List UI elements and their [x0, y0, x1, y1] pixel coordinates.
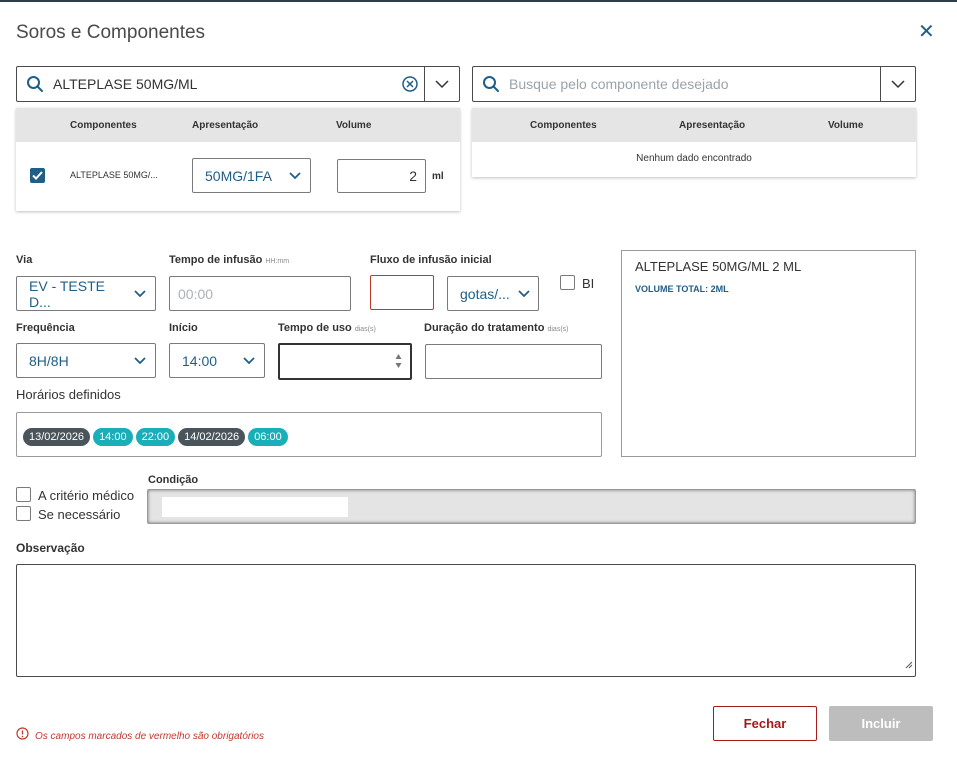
- chip-time: 06:00: [248, 428, 288, 446]
- search-placeholder[interactable]: Busque pelo componente desejado: [509, 76, 880, 92]
- col-apresentacao: Apresentação: [679, 120, 746, 131]
- tempo-infusao-input[interactable]: 00:00: [169, 276, 351, 311]
- col-volume: Volume: [336, 120, 372, 131]
- row-component-name: ALTEPLASE 50MG/...: [70, 170, 158, 180]
- condicao-value-field[interactable]: [162, 497, 348, 517]
- chevron-down-icon: [125, 356, 155, 365]
- col-volume: Volume: [828, 120, 864, 131]
- empty-message: Nenhum dado encontrado: [636, 153, 752, 164]
- via-label: Via: [16, 254, 33, 266]
- volume-value: 2: [409, 168, 417, 184]
- via-value: EV - TESTE D...: [29, 277, 105, 310]
- search-icon: [17, 67, 53, 101]
- inicio-label: Início: [169, 322, 198, 334]
- col-apresentacao: Apresentação: [192, 120, 259, 131]
- chevron-down-icon: [280, 171, 310, 180]
- table-header: Componentes Apresentação Volume: [16, 108, 460, 142]
- fechar-button[interactable]: Fechar: [713, 706, 817, 741]
- tempo-infusao-label: Tempo de infusão HH:mm: [169, 254, 290, 266]
- chevron-down-icon[interactable]: [880, 67, 915, 101]
- col-componentes: Componentes: [530, 120, 597, 131]
- selected-components-table: Componentes Apresentação Volume ALTEPLAS…: [16, 108, 460, 211]
- info-icon: [16, 727, 29, 745]
- presentation-select[interactable]: 50MG/1FA: [192, 158, 311, 193]
- search-value[interactable]: ALTEPLASE 50MG/ML: [53, 76, 396, 92]
- component-search-input[interactable]: ALTEPLASE 50MG/ML: [16, 66, 460, 102]
- available-components-table: Componentes Apresentação Volume Nenhum d…: [472, 108, 916, 177]
- presentation-value: 50MG/1FA: [205, 167, 272, 184]
- fluxo-label: Fluxo de infusão inicial: [370, 254, 492, 266]
- inicio-select[interactable]: 14:00: [169, 343, 265, 378]
- summary-panel: ALTEPLASE 50MG/ML 2 ML VOLUME TOTAL: 2ML: [621, 250, 916, 457]
- component-search-secondary[interactable]: Busque pelo componente desejado: [472, 66, 916, 102]
- search-icon: [473, 67, 509, 101]
- volume-input[interactable]: 2: [337, 159, 426, 193]
- via-select[interactable]: EV - TESTE D...: [16, 276, 156, 311]
- fluxo-unit-value: gotas/...: [460, 285, 510, 302]
- fluxo-input[interactable]: [370, 275, 434, 310]
- observacao-textarea[interactable]: [16, 564, 916, 677]
- summary-line: ALTEPLASE 50MG/ML 2 ML: [635, 259, 802, 274]
- horarios-label: Horários definidos: [16, 387, 121, 402]
- top-border: [0, 0, 957, 2]
- modal-title: Soros e Componentes: [16, 22, 206, 43]
- duracao-input[interactable]: [425, 344, 602, 379]
- tempo-uso-input[interactable]: [278, 343, 412, 380]
- horarios-box: 13/02/2026 14:00 22:00 14/02/2026 06:00: [16, 412, 602, 457]
- chip-date: 14/02/2026: [178, 428, 246, 446]
- condicao-label: Condição: [148, 474, 199, 486]
- close-icon[interactable]: ✕: [918, 22, 935, 42]
- bi-label: BI: [582, 276, 595, 291]
- frequencia-label: Frequência: [16, 322, 75, 334]
- frequencia-select[interactable]: 8H/8H: [16, 343, 156, 378]
- chip-date: 13/02/2026: [23, 428, 91, 446]
- criterio-medico-label: A critério médico: [38, 488, 135, 503]
- bi-checkbox[interactable]: [560, 275, 575, 290]
- se-necessario-label: Se necessário: [38, 507, 121, 522]
- row-checkbox[interactable]: [30, 168, 45, 183]
- frequencia-value: 8H/8H: [29, 352, 69, 369]
- resize-handle-icon[interactable]: [905, 656, 913, 674]
- criterio-medico-checkbox[interactable]: [16, 487, 31, 502]
- chevron-down-icon: [125, 289, 155, 298]
- spinner-icon[interactable]: [395, 353, 402, 372]
- chevron-down-icon: [510, 289, 538, 298]
- inicio-value: 14:00: [182, 352, 218, 369]
- fluxo-unit-select[interactable]: gotas/...: [447, 276, 539, 311]
- chip-time: 22:00: [135, 428, 176, 446]
- tempo-infusao-placeholder: 00:00: [178, 285, 214, 302]
- table-header: Componentes Apresentação Volume: [472, 108, 916, 142]
- required-note: Os campos marcados de vermelho são obrig…: [16, 727, 264, 745]
- se-necessario-checkbox[interactable]: [16, 506, 31, 521]
- clear-icon[interactable]: [396, 76, 424, 92]
- tempo-uso-label: Tempo de uso dias(s): [278, 322, 376, 334]
- condicao-input[interactable]: [147, 489, 916, 524]
- chevron-down-icon[interactable]: [424, 67, 459, 101]
- volume-unit: ml: [432, 171, 444, 182]
- chevron-down-icon: [234, 356, 264, 365]
- horarios-chips: 13/02/2026 14:00 22:00 14/02/2026 06:00: [23, 428, 288, 446]
- incluir-button[interactable]: Incluir: [829, 706, 933, 741]
- required-note-text: Os campos marcados de vermelho são obrig…: [35, 730, 264, 742]
- duracao-label: Duração do tratamento dias(s): [424, 322, 569, 334]
- chip-time: 14:00: [93, 428, 133, 446]
- observacao-label: Observação: [16, 541, 85, 555]
- summary-volume-total: VOLUME TOTAL: 2ML: [635, 284, 729, 294]
- col-componentes: Componentes: [70, 120, 137, 131]
